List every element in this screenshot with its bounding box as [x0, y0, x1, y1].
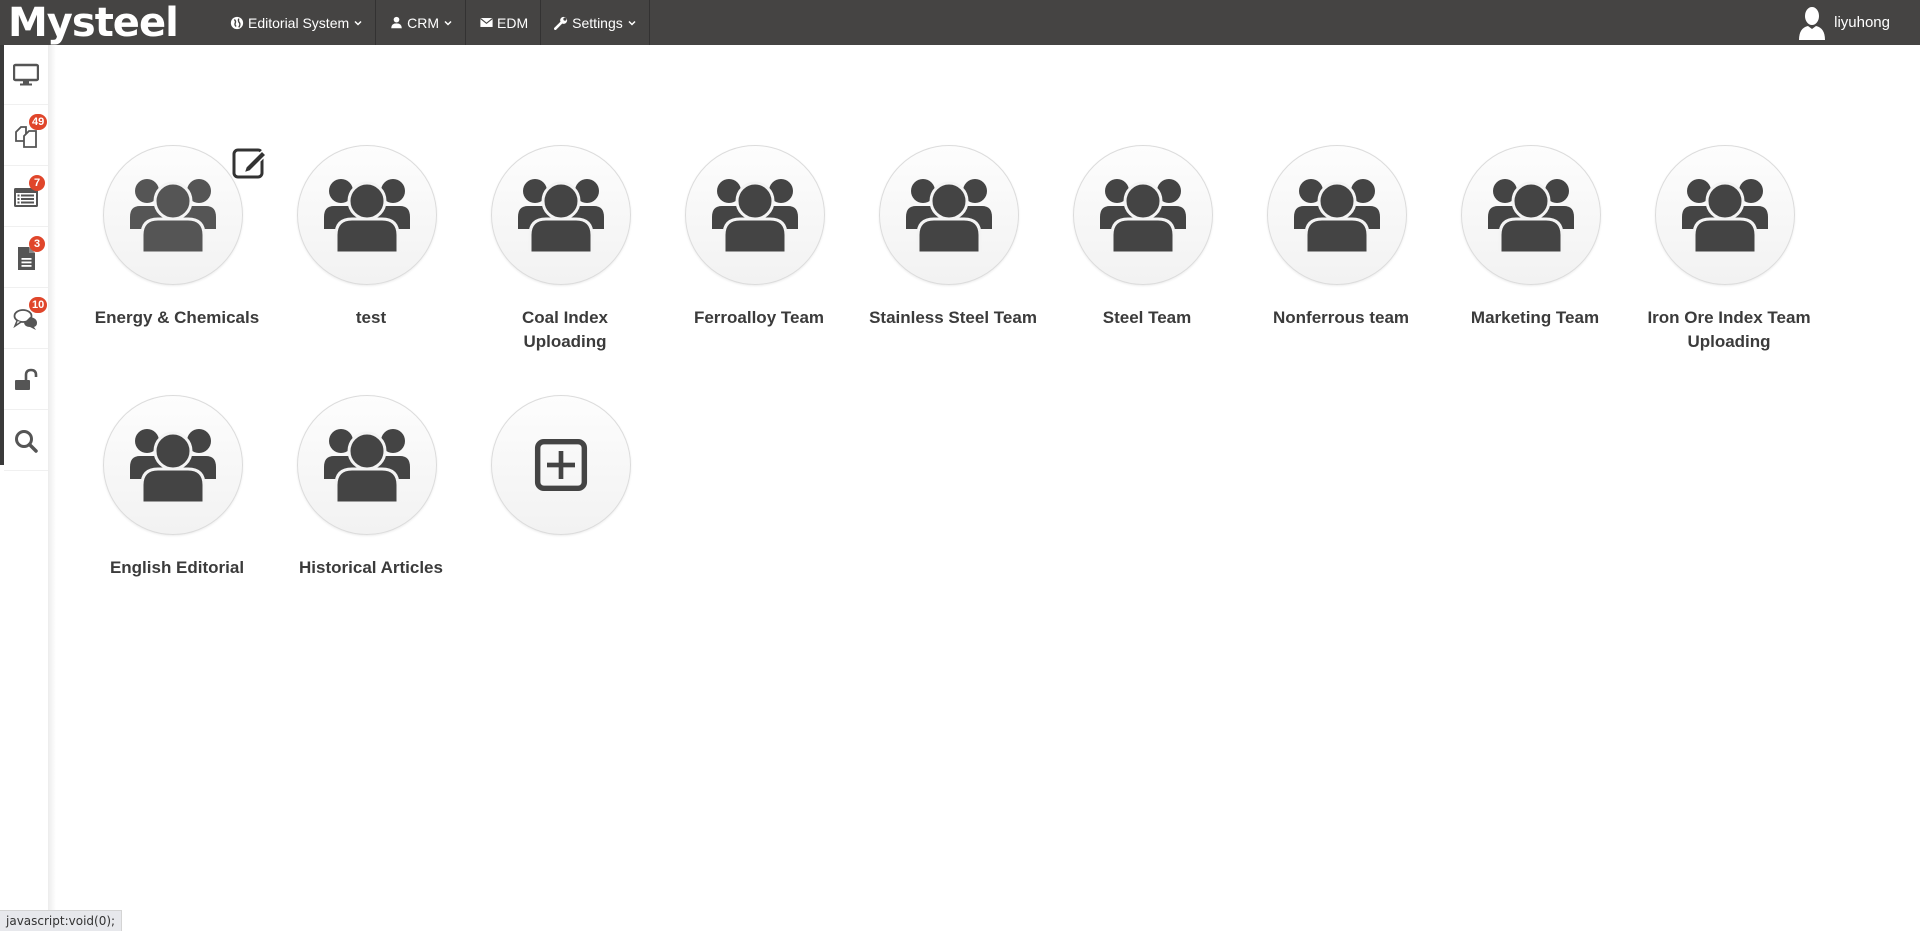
group-circle[interactable]	[1073, 145, 1213, 285]
sidebar-item-unlock[interactable]	[4, 350, 48, 410]
sidebar-item-search[interactable]	[4, 411, 48, 471]
chevron-down-icon	[354, 20, 362, 26]
search-icon	[15, 429, 38, 453]
sidebar-item-file[interactable]: 3	[4, 228, 48, 288]
nav-edm[interactable]: EDM	[466, 0, 542, 45]
users-icon	[906, 179, 992, 253]
group-circle[interactable]	[297, 395, 437, 535]
users-icon	[130, 179, 216, 253]
nav-crm-label: CRM	[407, 14, 440, 31]
users-icon	[1294, 179, 1380, 253]
nav-edm-label: EDM	[497, 14, 529, 31]
comments-badge: 10	[29, 297, 48, 313]
chevron-down-icon	[444, 20, 452, 26]
group-circle[interactable]	[491, 145, 631, 285]
group-label[interactable]: Marketing Team	[1438, 306, 1632, 330]
file-badge: 3	[29, 236, 45, 252]
users-icon	[130, 429, 216, 503]
desktop-icon	[13, 63, 39, 85]
group-label[interactable]: Ferroalloy Team	[662, 306, 856, 330]
users-icon	[1100, 179, 1186, 253]
nav-editorial-system-label: Editorial System	[248, 14, 350, 31]
user-menu[interactable]: liyuhong	[1798, 0, 1890, 45]
sidebar-item-documents[interactable]: 49	[4, 106, 48, 166]
sidebar-item-desktop[interactable]	[4, 45, 48, 105]
username: liyuhong	[1834, 14, 1890, 31]
group-circle[interactable]	[685, 145, 825, 285]
nav-settings[interactable]: Settings	[541, 0, 650, 45]
plus-square-icon	[534, 438, 588, 492]
group-label[interactable]: Iron Ore Index Team Uploading	[1632, 306, 1826, 354]
group-label[interactable]: Historical Articles	[274, 556, 468, 580]
group-label[interactable]: Stainless Steel Team	[852, 306, 1054, 330]
sidebar-item-list[interactable]: 7	[4, 167, 48, 227]
add-group-button[interactable]	[491, 395, 631, 535]
browser-status-bar: javascript:void(0);	[0, 910, 123, 931]
group-label[interactable]: test	[274, 306, 468, 330]
users-icon	[712, 179, 798, 253]
envelope-icon	[478, 15, 494, 31]
group-circle[interactable]	[1267, 145, 1407, 285]
top-navbar: Mysteel Editorial System CRM EDM Setting…	[0, 0, 1920, 45]
chevron-down-icon	[628, 20, 636, 26]
nav-settings-label: Settings	[572, 14, 623, 31]
group-label[interactable]: Coal Index Uploading	[468, 306, 662, 354]
group-circle[interactable]	[1655, 145, 1795, 285]
users-icon	[324, 429, 410, 503]
main-nav: Editorial System CRM EDM Settings	[215, 0, 650, 45]
nav-crm[interactable]: CRM	[376, 0, 467, 45]
group-circle[interactable]	[103, 145, 243, 285]
wrench-icon	[553, 15, 569, 31]
group-circle[interactable]	[1461, 145, 1601, 285]
nav-editorial-system[interactable]: Editorial System	[215, 0, 377, 45]
mysteel-logo[interactable]: Mysteel	[8, 0, 179, 45]
group-circle[interactable]	[103, 395, 243, 535]
unlock-icon	[15, 368, 38, 390]
users-icon	[1488, 179, 1574, 253]
sidebar-item-comments[interactable]: 10	[4, 289, 48, 349]
list-badge: 7	[29, 175, 45, 191]
edit-icon[interactable]	[232, 145, 270, 179]
group-circle[interactable]	[879, 145, 1019, 285]
users-icon	[1682, 179, 1768, 253]
group-label[interactable]: Steel Team	[1050, 306, 1244, 330]
group-circle[interactable]	[297, 145, 437, 285]
user-avatar-icon	[1799, 6, 1826, 40]
group-label[interactable]: English Editorial	[80, 556, 274, 580]
group-label[interactable]: Nonferrous team	[1244, 306, 1438, 330]
group-label[interactable]: Energy & Chemicals	[80, 306, 274, 330]
globe-icon	[229, 15, 245, 31]
users-icon	[324, 179, 410, 253]
sidebar: 49 7 3 10	[0, 45, 56, 931]
documents-badge: 49	[29, 114, 48, 130]
user-icon	[388, 15, 404, 31]
users-icon	[518, 179, 604, 253]
